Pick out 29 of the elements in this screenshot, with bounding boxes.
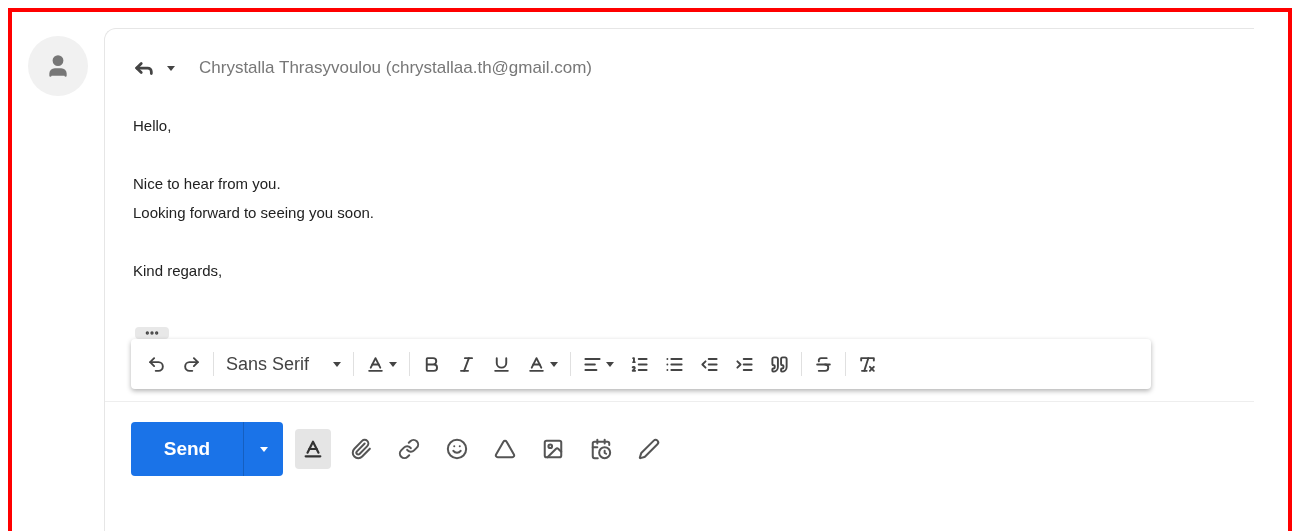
caret-icon [606,361,615,367]
photo-icon [542,438,564,460]
redo-icon [182,354,201,374]
formatting-options-button[interactable] [295,429,331,469]
numbered-list-icon [630,354,650,374]
body-line: Hello, [133,116,173,136]
underline-icon [492,354,512,374]
body-line: Nice to hear from you. [133,174,282,194]
font-select[interactable]: Sans Serif [218,346,350,382]
remove-formatting-icon [858,354,878,374]
body-line: Looking forward to seeing you soon. [133,203,375,223]
strikethrough-icon [814,354,834,374]
text-size-icon [366,354,386,374]
text-format-icon [302,438,324,460]
caret-icon [259,446,268,452]
quote-icon [770,354,790,374]
show-trimmed-content-button[interactable] [135,327,169,339]
caret-icon [333,361,342,367]
link-icon [398,438,420,460]
text-color-icon [527,354,547,374]
recipient: Chrystalla Thrasyvoulou (chrystallaa.th@gmail.com) [199,57,592,80]
attach-icon [350,438,372,460]
caret-icon [167,65,175,71]
caret-icon [389,361,398,367]
body-line: Kind regards, [133,261,224,281]
caret-icon [550,361,559,367]
schedule-icon [590,438,612,460]
emoji-icon [446,438,468,460]
undo-icon [147,354,166,374]
